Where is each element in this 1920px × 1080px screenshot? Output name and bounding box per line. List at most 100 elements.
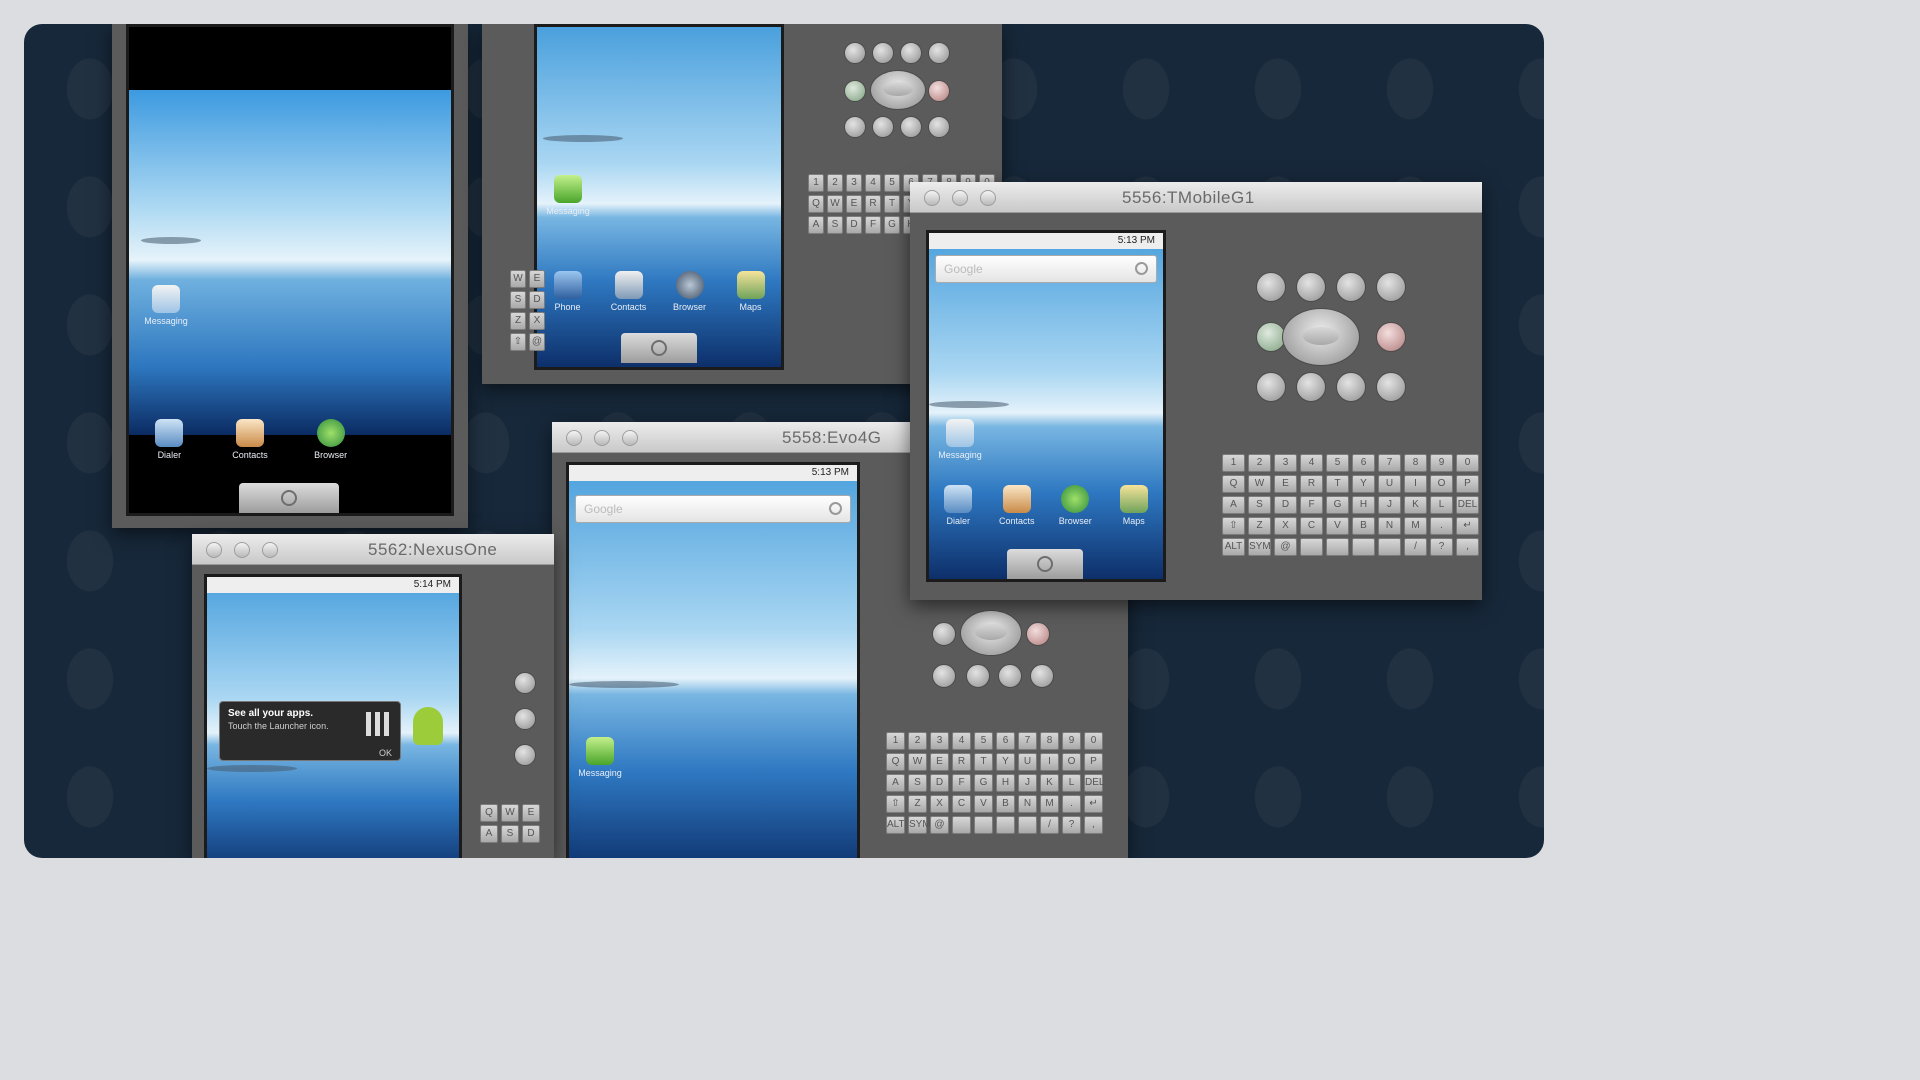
key[interactable]: Q	[808, 195, 824, 213]
key[interactable]: E	[1274, 475, 1297, 493]
google-search-widget[interactable]: Google	[575, 495, 851, 523]
key[interactable]: 8	[1404, 454, 1427, 472]
key[interactable]: ,	[1084, 816, 1103, 834]
key[interactable]: DEL	[1456, 496, 1479, 514]
key[interactable]: W	[908, 753, 927, 771]
minimize-button[interactable]	[952, 190, 968, 206]
key[interactable]: 4	[952, 732, 971, 750]
hardware-keyboard[interactable]: 1234567890 QWERTYUIOP A S D F G H J K L DEL ⇧ Z X C V…	[1222, 454, 1479, 556]
browser-app[interactable]: Browser	[304, 419, 358, 460]
key[interactable]: E	[846, 195, 862, 213]
key[interactable]: A	[808, 216, 824, 234]
key[interactable]: V	[974, 795, 993, 813]
end-call-key[interactable]	[928, 80, 950, 102]
key[interactable]: ⇧	[886, 795, 905, 813]
key[interactable]: W	[827, 195, 843, 213]
power-key[interactable]	[900, 116, 922, 138]
emulator-screen[interactable]: 5:13 PM Google Messaging	[566, 462, 860, 858]
key[interactable]: 0	[1456, 454, 1479, 472]
end-call-key[interactable]	[1376, 322, 1406, 352]
key[interactable]: S	[908, 774, 927, 792]
key[interactable]: ⇧	[1222, 517, 1245, 535]
key[interactable]	[1018, 816, 1037, 834]
search-key[interactable]	[1376, 272, 1406, 302]
key[interactable]: 5	[974, 732, 993, 750]
power-key[interactable]	[1336, 372, 1366, 402]
zoom-button[interactable]	[980, 190, 996, 206]
key[interactable]: ?	[1062, 816, 1081, 834]
key[interactable]: W	[510, 270, 526, 288]
key[interactable]: Y	[996, 753, 1015, 771]
key[interactable]: R	[952, 753, 971, 771]
key[interactable]: .	[1062, 795, 1081, 813]
messaging-widget[interactable]: Messaging	[933, 419, 987, 460]
back-key[interactable]	[1336, 272, 1366, 302]
call-key[interactable]	[844, 80, 866, 102]
dpad[interactable]	[870, 70, 926, 110]
menu-key[interactable]	[872, 42, 894, 64]
key[interactable]: C	[952, 795, 971, 813]
key[interactable]: J	[1018, 774, 1037, 792]
key[interactable]: D	[529, 291, 545, 309]
emulator-screen[interactable]: 5:14 PM See all your apps. Touch the Lau…	[204, 574, 462, 858]
key[interactable]: 7	[1378, 454, 1401, 472]
key[interactable]: Q	[1222, 475, 1245, 493]
close-button[interactable]	[206, 542, 222, 558]
camera-key[interactable]	[1030, 664, 1054, 688]
dpad[interactable]	[1282, 308, 1360, 366]
key[interactable]: 5	[1326, 454, 1349, 472]
window-titlebar[interactable]: 5562:NexusOne	[192, 534, 554, 565]
emulator-window-tmobileg1[interactable]: 5556:TMobileG1 5:13 PM Google Messaging …	[910, 182, 1482, 600]
close-button[interactable]	[924, 190, 940, 206]
key[interactable]: V	[1326, 517, 1349, 535]
key[interactable]: D	[846, 216, 862, 234]
dialer-app[interactable]: Dialer	[142, 419, 196, 460]
key[interactable]: B	[996, 795, 1015, 813]
key[interactable]: T	[974, 753, 993, 771]
call-key[interactable]	[932, 622, 956, 646]
volume-up-key[interactable]	[966, 664, 990, 688]
back-key[interactable]	[514, 708, 536, 730]
hardware-keyboard[interactable]: 1234567890 QWERTYUIOP A S D F G H J K L DEL ⇧ Z X C V…	[886, 732, 1104, 834]
key[interactable]: S	[827, 216, 843, 234]
key[interactable]: O	[1062, 753, 1081, 771]
google-search-widget[interactable]: Google	[935, 255, 1157, 283]
key[interactable]: Z	[908, 795, 927, 813]
hardware-keyboard-edge[interactable]: QWE ASD	[480, 804, 540, 843]
key[interactable]	[1378, 538, 1401, 556]
key[interactable]: ↵	[1456, 517, 1479, 535]
key[interactable]: X	[930, 795, 949, 813]
key[interactable]: 7	[1018, 732, 1037, 750]
key[interactable]: 3	[846, 174, 862, 192]
key[interactable]: P	[1084, 753, 1103, 771]
search-key[interactable]	[928, 42, 950, 64]
key[interactable]: D	[930, 774, 949, 792]
key[interactable]: L	[1430, 496, 1453, 514]
key[interactable]: A	[1222, 496, 1245, 514]
key[interactable]: B	[1352, 517, 1375, 535]
key[interactable]: Z	[510, 312, 526, 330]
home-key[interactable]	[1256, 272, 1286, 302]
key[interactable]: P	[1456, 475, 1479, 493]
emulator-screen[interactable]: Messaging Phone Contacts Browser Maps	[534, 24, 784, 370]
key[interactable]: G	[884, 216, 900, 234]
key[interactable]: Q	[886, 753, 905, 771]
browser-app[interactable]: Browser	[1048, 485, 1102, 526]
emulator-window-nexusone[interactable]: 5562:NexusOne 5:14 PM See all your apps.…	[192, 534, 554, 858]
messaging-widget[interactable]: Messaging	[139, 285, 193, 326]
hardware-keyboard-edge[interactable]: WE SD ZX ⇧ @	[510, 270, 545, 351]
key[interactable]: F	[952, 774, 971, 792]
emulator-screen[interactable]: Messaging Dialer Contacts Browser	[126, 24, 454, 516]
key[interactable]: C	[1300, 517, 1323, 535]
key[interactable]: A	[886, 774, 905, 792]
home-button[interactable]	[621, 333, 697, 363]
camera-key[interactable]	[1376, 372, 1406, 402]
key[interactable]: Q	[480, 804, 498, 822]
key[interactable]: 5	[884, 174, 900, 192]
key[interactable]: SYM	[1248, 538, 1271, 556]
key[interactable]: SYM	[908, 816, 931, 834]
key[interactable]: N	[1378, 517, 1401, 535]
key[interactable]: K	[1040, 774, 1059, 792]
key[interactable]: R	[1300, 475, 1323, 493]
contacts-app[interactable]: Contacts	[990, 485, 1044, 526]
